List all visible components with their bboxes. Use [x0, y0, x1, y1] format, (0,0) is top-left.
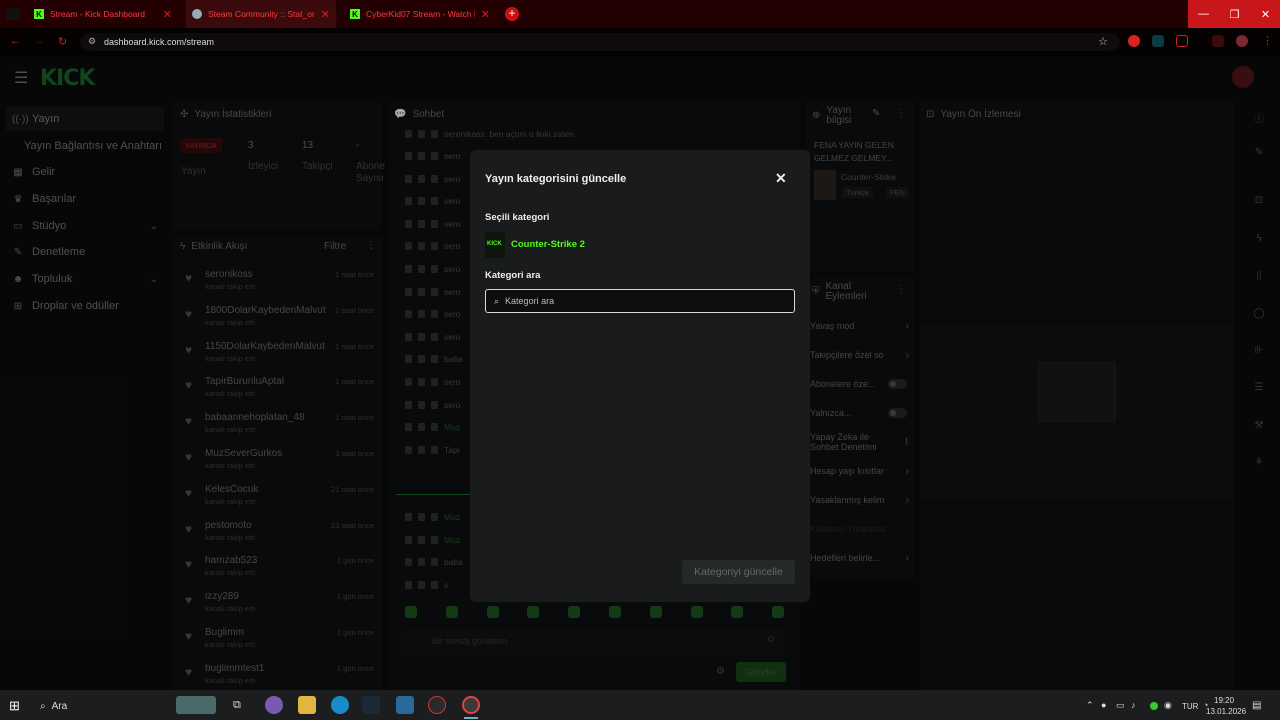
browser-menu-dots-icon[interactable]: ⋮ — [1262, 34, 1273, 47]
url-text: dashboard.kick.com/stream — [104, 37, 215, 47]
tab-close-icon[interactable]: ✕ — [481, 8, 490, 21]
profile-icon[interactable] — [1236, 35, 1248, 47]
taskbar-search[interactable]: ⌕ Ara — [34, 694, 170, 718]
search-icon: ⌕ — [40, 700, 46, 712]
maximize-icon[interactable]: ❐ — [1219, 0, 1250, 28]
close-icon[interactable]: ✕ — [775, 170, 787, 187]
display-icon[interactable]: ▭ — [1116, 700, 1125, 711]
category-thumbnail: KICK — [485, 232, 505, 258]
extension-square-icon[interactable] — [1176, 35, 1188, 47]
extension-sm-icon[interactable] — [1152, 35, 1164, 47]
chrome-icon[interactable] — [462, 696, 480, 714]
selected-category-label: Seçili kategori — [485, 212, 550, 223]
close-window-icon[interactable]: ✕ — [1250, 0, 1280, 28]
tab-title: Stream - Kick Dashboard — [50, 9, 145, 19]
search-icon: ⌕ — [494, 295, 500, 306]
forward-icon[interactable]: → — [34, 35, 45, 47]
new-tab-icon[interactable]: + — [505, 7, 519, 21]
taskbar-search-label: Ara — [51, 700, 68, 712]
notification-icon[interactable]: ▤ — [1252, 700, 1261, 711]
steam-favicon-icon — [192, 9, 202, 19]
update-category-modal: Yayın kategorisini güncelle ✕ Seçili kat… — [470, 150, 810, 602]
task-view-icon[interactable]: ⧉ — [233, 699, 241, 712]
network-app-icon[interactable] — [396, 696, 414, 714]
chrome-active-indicator — [464, 717, 478, 719]
category-search-input[interactable] — [505, 296, 766, 306]
edge-icon[interactable] — [331, 696, 349, 714]
search-category-label: Kategori ara — [485, 270, 541, 281]
widgets-icon[interactable] — [176, 696, 216, 714]
kick-favicon-icon: K — [350, 9, 360, 19]
site-info-icon[interactable]: ⚙ — [88, 36, 96, 47]
clock-time[interactable]: 19:20 — [1214, 696, 1234, 705]
back-icon[interactable]: ← — [10, 35, 21, 47]
extension-red-icon[interactable] — [1128, 35, 1140, 47]
kick-favicon-icon: K — [34, 9, 44, 19]
browser-tab-steam[interactable]: Steam Community :: Stat_ori... ✕ — [186, 0, 336, 28]
modal-title: Yayın kategorisini güncelle — [485, 173, 627, 185]
address-bar[interactable]: ⚙ dashboard.kick.com/stream ☆ — [80, 33, 1120, 51]
app-icon[interactable] — [428, 696, 446, 714]
browser-tab-kick-dashboard[interactable]: K Stream - Kick Dashboard ✕ — [28, 0, 178, 28]
copilot-icon[interactable] — [265, 696, 283, 714]
browser-tab-bar: K Stream - Kick Dashboard ✕ Steam Commun… — [0, 0, 1280, 28]
tab-close-icon[interactable]: ✕ — [163, 8, 172, 21]
tab-title: CyberKid07 Stream - Watch Li... — [366, 9, 475, 19]
browser-tab-cyberkid[interactable]: K CyberKid07 Stream - Watch Li... ✕ — [344, 0, 496, 28]
update-category-button[interactable]: Kategoriyi güncelle — [682, 560, 795, 584]
tab-title: Steam Community :: Stat_ori... — [208, 9, 315, 19]
minimize-icon[interactable]: — — [1188, 0, 1219, 28]
bookmark-star-icon[interactable]: ☆ — [1098, 35, 1108, 48]
volume-icon[interactable]: ♪ — [1131, 700, 1136, 710]
tray-chevron-icon[interactable]: ⌃ — [1086, 700, 1094, 711]
tab-close-icon[interactable]: ✕ — [321, 8, 330, 21]
file-explorer-icon[interactable] — [298, 696, 316, 714]
windows-start-icon[interactable]: ⊞ — [9, 698, 20, 714]
steam-icon[interactable] — [362, 696, 380, 714]
green-dot-icon[interactable] — [1150, 702, 1158, 710]
mic-icon[interactable]: ● — [1101, 700, 1106, 710]
clock-date[interactable]: 13.01.2026 — [1206, 707, 1246, 716]
extension-puzzle-icon[interactable] — [1212, 35, 1224, 47]
reload-icon[interactable]: ↻ — [58, 35, 67, 48]
steam-tray-icon[interactable]: ◉ — [1164, 700, 1172, 711]
selected-category-name: Counter-Strike 2 — [511, 239, 585, 250]
category-search-field[interactable]: ⌕ — [485, 289, 795, 313]
browser-menu-icon[interactable] — [6, 8, 20, 20]
language-indicator[interactable]: TUR — [1182, 702, 1198, 711]
